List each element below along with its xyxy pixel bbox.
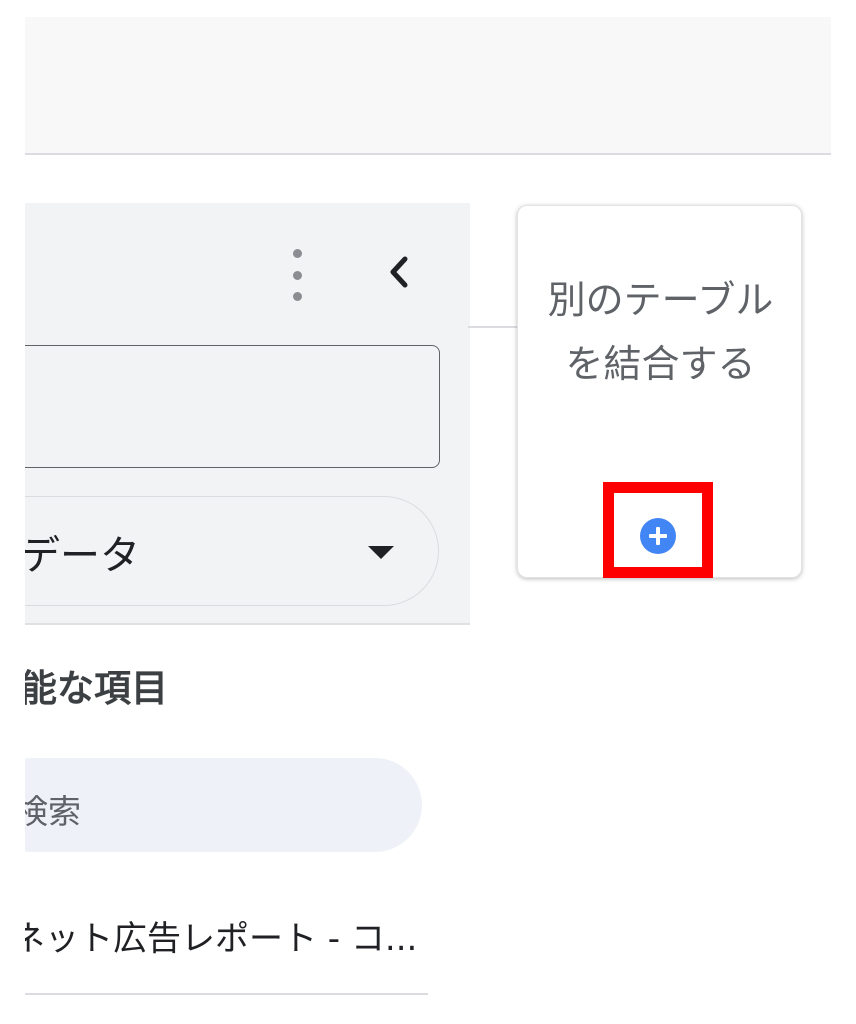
- dropdown-arrow-icon: [368, 546, 394, 559]
- join-table-label: 別のテーブルを結合する: [547, 278, 774, 386]
- collapse-panel-button[interactable]: [379, 251, 419, 293]
- table-name-input[interactable]: [25, 345, 440, 468]
- divider: [25, 623, 470, 625]
- add-circle-icon[interactable]: [638, 516, 678, 556]
- data-source-label: データ: [25, 533, 140, 579]
- chevron-left-icon: [390, 256, 408, 288]
- divider: [25, 993, 428, 995]
- field-list-item[interactable]: ネット広告レポート - コ...: [25, 911, 417, 960]
- join-table-card[interactable]: 別のテーブルを結合する: [517, 205, 802, 578]
- panel-header: データ: [25, 203, 470, 623]
- section-title: 能な項目: [25, 667, 168, 710]
- connector-line: [468, 326, 520, 328]
- top-toolbar: [25, 17, 831, 155]
- data-source-panel: データ 能な項目 検索 ネット広告レポート - コ...: [25, 203, 470, 1024]
- more-options-icon[interactable]: [287, 249, 307, 301]
- search-placeholder: 検索: [25, 792, 81, 831]
- field-search-input[interactable]: 検索: [25, 758, 422, 852]
- data-source-dropdown[interactable]: データ: [25, 496, 439, 606]
